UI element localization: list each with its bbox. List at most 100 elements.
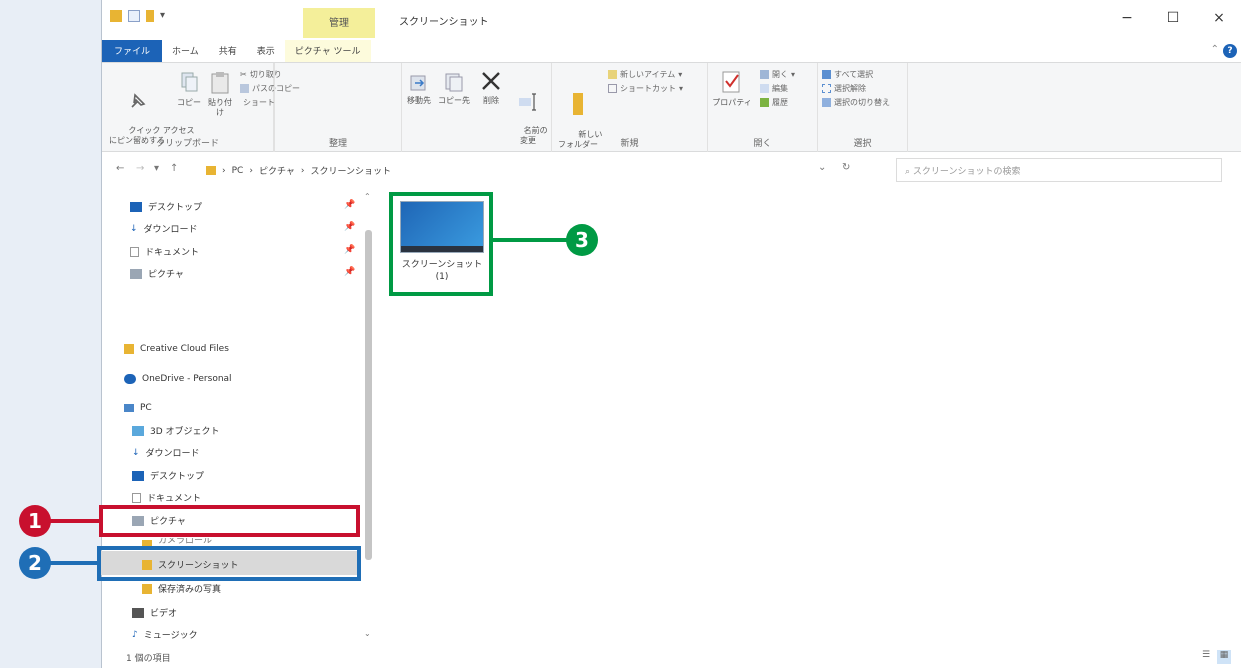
- new-folder-icon[interactable]: [146, 10, 154, 22]
- nav-onedrive[interactable]: OneDrive - Personal: [124, 374, 232, 384]
- copy-to-icon: [445, 73, 463, 92]
- nav-quick-downloads[interactable]: ↓ ダウンロード: [130, 222, 198, 236]
- open-icon: [760, 70, 769, 79]
- edit-button[interactable]: 編集: [760, 83, 788, 94]
- breadcrumb-pictures[interactable]: ピクチャ: [259, 164, 295, 177]
- open-button[interactable]: 開く ▾: [760, 69, 795, 80]
- download-icon: ↓: [130, 223, 138, 234]
- nav-quick-desktop[interactable]: デスクトップ: [130, 200, 202, 213]
- callout-3-badge: 3: [566, 224, 598, 256]
- up-icon[interactable]: ↑: [170, 163, 178, 174]
- select-all-button[interactable]: すべて選択: [822, 69, 873, 80]
- nav-camera-roll[interactable]: カメラロール: [142, 538, 212, 546]
- nav-label: ダウンロード: [143, 225, 198, 235]
- nav-scrollbar[interactable]: ⌃ ⌄: [362, 190, 374, 640]
- document-icon: [132, 492, 141, 503]
- manage-context-tab[interactable]: 管理: [303, 8, 375, 38]
- address-dropdown-icon[interactable]: ⌄: [818, 162, 826, 173]
- nav-downloads[interactable]: ↓ ダウンロード: [132, 446, 200, 460]
- maximize-button[interactable]: ☐: [1150, 10, 1196, 26]
- forward-icon[interactable]: →: [136, 163, 144, 174]
- pin-icon[interactable]: 📌: [344, 222, 355, 232]
- cube-icon: [132, 425, 144, 436]
- cloud-icon: [124, 374, 136, 384]
- delete-button[interactable]: 削除: [474, 69, 508, 106]
- copy-icon: [181, 72, 198, 92]
- breadcrumb[interactable]: › PC › ピクチャ › スクリーンショット: [206, 164, 391, 177]
- select-group-label: 選択: [853, 139, 872, 149]
- paste-button[interactable]: 貼り付け: [206, 71, 234, 118]
- edit-icon: [760, 84, 769, 93]
- nav-label: PC: [140, 403, 152, 413]
- nav-label: ミュージック: [143, 631, 198, 641]
- folder-icon: [142, 583, 152, 594]
- breadcrumb-pc[interactable]: PC: [232, 166, 244, 176]
- recent-dropdown-icon[interactable]: ▾: [154, 163, 159, 174]
- refresh-icon[interactable]: ↻: [842, 162, 850, 173]
- callout-2-line: [48, 561, 98, 565]
- scroll-down-icon[interactable]: ⌄: [364, 629, 371, 638]
- close-button[interactable]: ×: [1196, 10, 1241, 26]
- tab-picture-tools[interactable]: ピクチャ ツール: [284, 40, 371, 62]
- nav-pc[interactable]: PC: [124, 403, 152, 413]
- callout-3-line: [492, 238, 568, 242]
- properties-icon[interactable]: [128, 10, 140, 22]
- delete-icon: [482, 72, 500, 90]
- shortcut-icon: [608, 84, 617, 93]
- history-icon: [760, 98, 769, 107]
- tab-share[interactable]: 共有: [209, 40, 247, 62]
- pin-icon[interactable]: 📌: [344, 267, 355, 277]
- new-item-button[interactable]: 新しいアイテム ▾: [608, 69, 682, 80]
- invert-selection-button[interactable]: 選択の切り替え: [822, 97, 890, 108]
- nav-label: OneDrive - Personal: [142, 374, 232, 384]
- properties-button[interactable]: プロパティ: [712, 69, 752, 108]
- select-group: すべて選択 選択解除 選択の切り替え 選択: [818, 63, 908, 153]
- select-none-button[interactable]: 選択解除: [822, 83, 866, 94]
- folder-icon[interactable]: [110, 10, 122, 22]
- creative-cloud-icon: [124, 344, 134, 354]
- nav-saved-pictures[interactable]: 保存済みの写真: [142, 582, 221, 595]
- nav-label: 3D オブジェクト: [150, 427, 220, 437]
- music-icon: ♪: [132, 629, 138, 640]
- nav-quick-documents[interactable]: ドキュメント: [130, 245, 199, 258]
- nav-documents[interactable]: ドキュメント: [132, 491, 201, 504]
- dropdown-icon: ▾: [791, 70, 796, 79]
- back-icon[interactable]: ←: [116, 163, 124, 174]
- paste-shortcut-button[interactable]: ショートカットの貼り付け: [240, 97, 274, 108]
- open-group: プロパティ 開く ▾ 編集 履歴 開く: [708, 63, 818, 153]
- tab-view[interactable]: 表示: [247, 40, 285, 62]
- nav-desktop[interactable]: デスクトップ: [132, 469, 204, 482]
- window-title: スクリーンショット: [399, 17, 489, 28]
- copy-to-button[interactable]: コピー先: [436, 71, 472, 106]
- new-item-label: 新しいアイテム: [620, 70, 676, 79]
- details-view-icon[interactable]: ☰: [1199, 650, 1213, 664]
- history-button[interactable]: 履歴: [760, 97, 788, 108]
- copy-path-icon: [240, 84, 249, 93]
- nav-quick-pictures[interactable]: ピクチャ: [130, 267, 184, 280]
- nav-3d-objects[interactable]: 3D オブジェクト: [132, 424, 220, 437]
- tab-file[interactable]: ファイル: [102, 40, 163, 62]
- easy-access-button[interactable]: ショートカット ▾: [608, 83, 683, 94]
- breadcrumb-screenshots[interactable]: スクリーンショット: [310, 164, 391, 177]
- pc-icon: [124, 404, 134, 412]
- callout-2-highlight: [97, 546, 361, 581]
- copy-button[interactable]: コピー: [176, 71, 202, 108]
- pin-icon[interactable]: 📌: [344, 245, 355, 255]
- help-icon[interactable]: ?: [1223, 44, 1237, 58]
- pin-icon[interactable]: 📌: [344, 200, 355, 210]
- search-input[interactable]: ⌕ スクリーンショットの検索: [896, 158, 1222, 182]
- move-to-icon: [410, 75, 426, 91]
- large-icons-view-icon[interactable]: ▦: [1217, 650, 1231, 664]
- edit-label: 編集: [772, 84, 788, 93]
- nav-videos[interactable]: ビデオ: [132, 606, 177, 619]
- ribbon-collapse-icon[interactable]: ⌃: [1211, 44, 1219, 55]
- qat-dropdown-icon[interactable]: ▾: [160, 10, 172, 22]
- move-to-button[interactable]: 移動先: [402, 71, 436, 106]
- nav-music[interactable]: ♪ ミュージック: [132, 628, 198, 642]
- scroll-up-icon[interactable]: ⌃: [364, 192, 371, 201]
- scrollbar-thumb[interactable]: [365, 230, 372, 560]
- minimize-button[interactable]: −: [1104, 10, 1150, 26]
- tab-home[interactable]: ホーム: [162, 40, 209, 62]
- nav-creative-cloud[interactable]: Creative Cloud Files: [124, 344, 229, 354]
- rename-button[interactable]: 名前の 変更: [508, 71, 548, 156]
